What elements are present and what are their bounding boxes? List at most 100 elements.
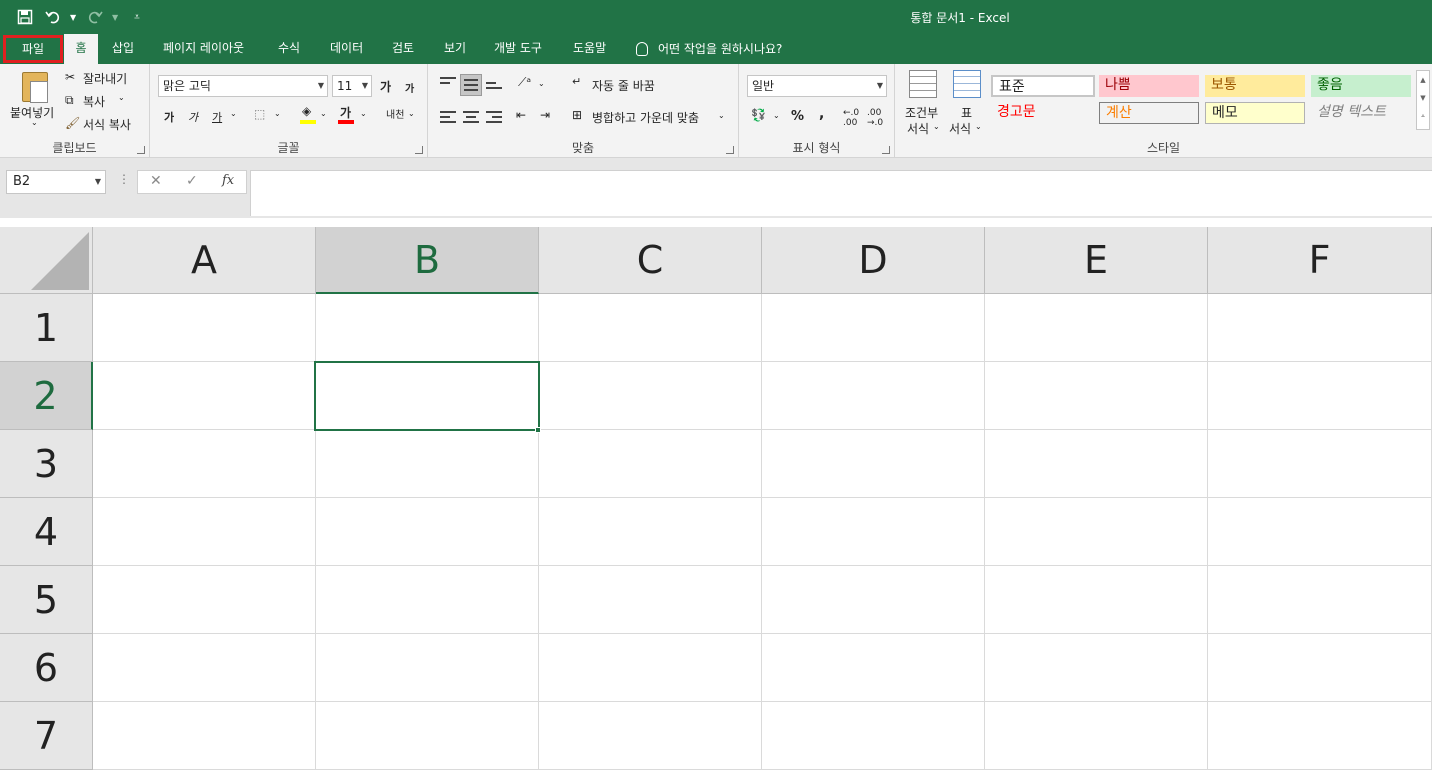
cell-c4[interactable] (539, 498, 762, 566)
phonetic-button[interactable]: 내천 (386, 106, 404, 121)
column-header-c[interactable]: C (539, 227, 762, 294)
cell-b5[interactable] (316, 566, 539, 634)
tab-view[interactable]: 보기 (438, 34, 472, 64)
scroll-up-icon[interactable]: ▲ (1417, 71, 1429, 89)
font-name-select[interactable]: 맑은 고딕 ▼ (158, 75, 328, 97)
cell-e4[interactable] (985, 498, 1208, 566)
cell-a3[interactable] (93, 430, 316, 498)
format-as-table-icon[interactable] (953, 70, 981, 98)
copy-icon[interactable]: ⧉ (65, 93, 74, 108)
style-calculation[interactable]: 계산 (1099, 102, 1199, 124)
cell-d1[interactable] (762, 294, 985, 362)
formula-input[interactable] (250, 170, 1432, 216)
cell-e2[interactable] (985, 362, 1208, 430)
cell-b4[interactable] (316, 498, 539, 566)
cell-b7[interactable] (316, 702, 539, 770)
tab-insert[interactable]: 삽입 (106, 34, 140, 64)
cancel-icon[interactable]: ✕ (150, 173, 162, 189)
tab-data[interactable]: 데이터 (324, 34, 369, 64)
cell-a1[interactable] (93, 294, 316, 362)
format-painter-icon[interactable]: 🖌 (65, 116, 80, 130)
align-middle-icon[interactable] (460, 74, 482, 96)
enter-icon[interactable]: ✓ (186, 173, 198, 189)
wrap-text-button[interactable]: 자동 줄 바꿈 (592, 77, 655, 94)
row-header-7[interactable]: 7 (0, 702, 93, 770)
cell-f2[interactable] (1208, 362, 1432, 430)
cell-f7[interactable] (1208, 702, 1432, 770)
cell-c6[interactable] (539, 634, 762, 702)
tab-help[interactable]: 도움말 (567, 34, 612, 64)
cell-a5[interactable] (93, 566, 316, 634)
align-bottom-icon[interactable] (486, 82, 502, 96)
name-box[interactable]: B2 ▼ (6, 170, 106, 194)
insert-function-icon[interactable]: fx (222, 173, 234, 188)
cell-a7[interactable] (93, 702, 316, 770)
conditional-dropdown-icon[interactable]: ⌄ (933, 122, 940, 131)
paste-icon[interactable] (22, 72, 48, 103)
column-header-d[interactable]: D (762, 227, 985, 294)
border-dropdown-icon[interactable]: ⌄ (274, 109, 281, 118)
grow-font-button[interactable]: 가 (380, 78, 391, 95)
column-header-e[interactable]: E (985, 227, 1208, 294)
currency-dropdown-icon[interactable]: ⌄ (773, 111, 780, 120)
cut-icon[interactable]: ✂ (65, 70, 75, 84)
align-center-icon[interactable] (463, 111, 479, 125)
conditional-formatting-label[interactable]: 조건부 (905, 104, 938, 121)
number-format-select[interactable]: 일반 ▼ (747, 75, 887, 97)
underline-dropdown-icon[interactable]: ⌄ (230, 109, 237, 118)
cell-c5[interactable] (539, 566, 762, 634)
currency-icon[interactable]: 💱 (751, 108, 766, 122)
active-cell-b2[interactable] (314, 361, 540, 431)
cell-b1[interactable] (316, 294, 539, 362)
cell-e5[interactable] (985, 566, 1208, 634)
column-header-b[interactable]: B (316, 227, 539, 294)
cell-f3[interactable] (1208, 430, 1432, 498)
row-header-5[interactable]: 5 (0, 566, 93, 634)
alignment-launcher-icon[interactable] (726, 146, 734, 154)
cell-f4[interactable] (1208, 498, 1432, 566)
style-good[interactable]: 좋음 (1311, 75, 1411, 97)
paste-dropdown-icon[interactable]: ⌄ (31, 118, 38, 127)
merge-dropdown-icon[interactable]: ⌄ (718, 111, 725, 120)
conditional-formatting-label-2[interactable]: 서식 (907, 120, 929, 137)
cell-d2[interactable] (762, 362, 985, 430)
formula-bar-grip-icon[interactable]: ⋮ (118, 172, 130, 186)
style-explanatory[interactable]: 설명 텍스트 (1311, 102, 1411, 124)
bold-button[interactable]: 가 (164, 109, 174, 125)
row-header-3[interactable]: 3 (0, 430, 93, 498)
style-bad[interactable]: 나쁨 (1099, 75, 1199, 97)
tab-formulas[interactable]: 수식 (272, 34, 306, 64)
row-header-6[interactable]: 6 (0, 634, 93, 702)
align-top-icon[interactable] (440, 77, 456, 91)
align-left-icon[interactable] (440, 111, 456, 125)
phonetic-dropdown-icon[interactable]: ⌄ (408, 109, 415, 118)
style-neutral[interactable]: 보통 (1205, 75, 1305, 97)
merge-center-button[interactable]: 병합하고 가운데 맞춤 (592, 109, 699, 126)
cell-b6[interactable] (316, 634, 539, 702)
more-styles-icon[interactable]: ⩡ (1417, 107, 1429, 125)
font-size-select[interactable]: 11 ▼ (332, 75, 372, 97)
cell-d4[interactable] (762, 498, 985, 566)
row-header-1[interactable]: 1 (0, 294, 93, 362)
column-header-a[interactable]: A (93, 227, 316, 294)
comma-button[interactable]: , (819, 106, 824, 122)
italic-button[interactable]: 가 (188, 109, 198, 125)
fill-color-icon[interactable]: ◈ (302, 104, 311, 118)
style-normal[interactable]: 표준 (991, 75, 1095, 97)
decrease-indent-icon[interactable]: ⇤ (516, 108, 526, 122)
cell-d6[interactable] (762, 634, 985, 702)
style-warning[interactable]: 경고문 (991, 102, 1095, 124)
shrink-font-button[interactable]: 가 (405, 80, 414, 95)
increase-decimal-icon[interactable]: ←.0.00 (843, 108, 859, 128)
tab-file[interactable]: 파일 (3, 35, 63, 63)
percent-button[interactable]: % (791, 109, 804, 124)
clipboard-launcher-icon[interactable] (137, 146, 145, 154)
number-launcher-icon[interactable] (882, 146, 890, 154)
fill-handle[interactable] (535, 427, 541, 433)
conditional-formatting-icon[interactable] (909, 70, 937, 98)
cut-button[interactable]: 잘라내기 (83, 70, 127, 87)
select-all-button[interactable] (0, 227, 93, 294)
cell-a2[interactable] (93, 362, 316, 430)
format-as-table-label-2[interactable]: 서식 (949, 120, 971, 137)
align-right-icon[interactable] (486, 111, 502, 125)
